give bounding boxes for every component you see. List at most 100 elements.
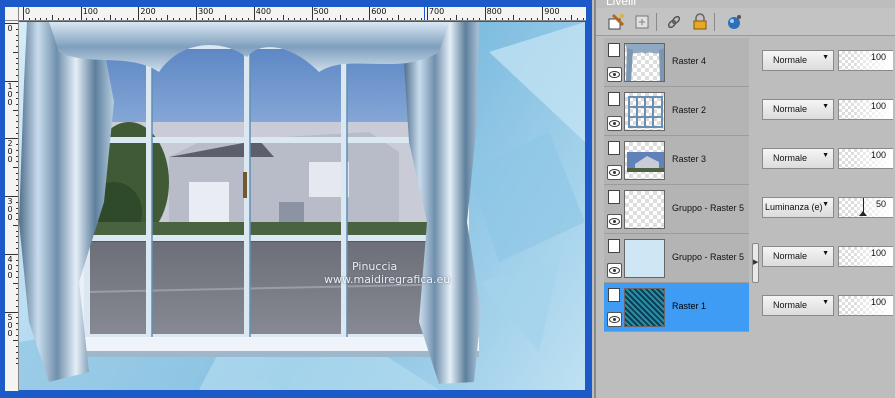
visibility-eye-icon[interactable] [607,165,622,180]
opacity-slider[interactable]: 100 [838,99,893,120]
layer-toggles [606,188,624,230]
layer-thumbnail [624,190,665,229]
layer-toggles [606,139,624,181]
ruler-minor-tick [57,18,59,20]
ruler-major-tick [23,7,24,20]
visibility-eye-icon[interactable] [607,214,622,229]
layer-thumbnail [624,43,665,82]
ruler-minor-tick [530,18,532,20]
ruler-minor-tick [299,18,301,20]
ruler-minor-tick [473,18,475,20]
chevron-down-icon: ▼ [822,201,829,208]
ruler-minor-tick [363,18,365,20]
blend-mode-dropdown[interactable]: Normale ▼ [762,246,834,267]
ruler-major-tick [426,7,428,20]
layer-type-icon [608,92,620,106]
canvas-window: 0 100 200 300 400 500 600 700 800 900 0 100 200 300 4… [0,0,592,398]
ruler-minor-tick [334,18,336,20]
layer-toggles [606,41,624,83]
ruler-minor-tick [224,15,226,20]
layer-type-icon [608,239,620,253]
ruler-minor-tick [98,18,99,20]
blend-mode-value: Normale [773,55,808,65]
layer-name: Raster 2 [672,105,707,115]
opacity-slider[interactable]: 100 [838,246,893,267]
layer-toggles [606,90,624,132]
blend-mode-dropdown[interactable]: Luminanza (e) ▼ [762,197,834,218]
app-root: 0 100 200 300 400 500 600 700 800 900 0 100 200 300 4… [0,0,895,398]
ruler-minor-tick [126,18,128,20]
ruler-minor-tick [524,18,526,20]
mask-icon[interactable] [724,12,744,32]
ruler-minor-tick [490,18,492,20]
ruler-minor-tick [444,18,446,20]
ruler-minor-tick [294,18,296,20]
new-layer-icon[interactable] [632,12,652,32]
layer-thumbnail [624,288,665,327]
ruler-minor-tick [374,18,376,20]
ruler-minor-tick [282,15,284,20]
blend-mode-dropdown[interactable]: Normale ▼ [762,99,834,120]
ruler-minor-tick [553,18,555,20]
blend-mode-dropdown[interactable]: Normale ▼ [762,50,834,71]
layer-type-icon [608,141,620,155]
visibility-eye-icon[interactable] [607,312,622,327]
ruler-label: 500 [313,7,329,16]
blend-mode-value: Luminanza (e) [765,202,823,212]
ruler-label: 700 [428,7,445,16]
opacity-slider[interactable]: 50 [838,197,893,218]
canvas-image[interactable]: Pinuccia www.maidiregrafica.eu [19,22,585,390]
layer-props-row: Luminanza (e) ▼ 50 [762,185,895,234]
opacity-slider[interactable]: 100 [838,50,893,71]
blend-mode-value: Normale [773,104,808,114]
ruler-corner [5,7,19,21]
visibility-eye-icon[interactable] [607,263,622,278]
visibility-eye-icon[interactable] [607,116,622,131]
link-icon[interactable] [664,12,684,32]
ruler-minor-tick [501,18,503,20]
ruler-minor-tick [40,18,42,20]
ruler-major-tick [311,7,313,20]
layer-row-raster-4[interactable]: Raster 4 [604,38,749,87]
ruler-minor-tick [178,18,180,20]
blend-mode-value: Normale [773,153,808,163]
lock-icon[interactable] [690,12,710,32]
ruler-label: 900 [544,7,560,16]
ruler-minor-tick [271,18,273,20]
layer-name: Gruppo - Raster 5 [672,203,745,213]
ruler-minor-tick [415,18,417,20]
blend-mode-dropdown[interactable]: Normale ▼ [762,295,834,316]
ruler-minor-tick [507,18,509,20]
layer-row-gruppo-raster-5-luminance[interactable]: Gruppo - Raster 5 [604,185,749,234]
ruler-minor-tick [259,18,261,20]
layer-row-raster-2[interactable]: Raster 2 [604,87,749,136]
ruler-minor-tick [398,15,400,20]
ruler-minor-tick [421,18,423,20]
opacity-value: 50 [875,199,886,209]
blend-mode-dropdown[interactable]: Normale ▼ [762,148,834,169]
layer-thumbnail [624,239,665,278]
opacity-slider[interactable]: 100 [838,295,893,316]
ruler-label: 600 [371,7,387,16]
new-raster-layer-icon[interactable] [606,12,626,32]
ruler-minor-tick [478,18,480,20]
ruler-minor-tick [351,18,353,20]
layer-row-raster-3[interactable]: Raster 3 [604,136,749,185]
ruler-minor-tick [357,18,359,20]
ruler-minor-tick [230,18,232,20]
ruler-minor-tick [28,18,30,20]
ruler-minor-tick [467,18,469,20]
visibility-eye-icon[interactable] [607,67,622,82]
layer-row-gruppo-raster-5[interactable]: Gruppo - Raster 5 [604,234,749,283]
ruler-minor-tick [576,18,578,20]
ruler-minor-tick [317,18,319,20]
ruler-minor-tick [565,18,567,20]
layer-props-row: Normale ▼ 100 [762,234,895,283]
ruler-minor-tick [74,18,76,20]
ruler-minor-tick [190,18,192,20]
image-artwork [19,22,585,390]
opacity-slider[interactable]: 100 [838,148,893,169]
layer-row-raster-1[interactable]: Raster 1 [604,283,749,332]
ruler-major-tick [542,7,544,20]
ruler-label: 200 [140,7,156,16]
